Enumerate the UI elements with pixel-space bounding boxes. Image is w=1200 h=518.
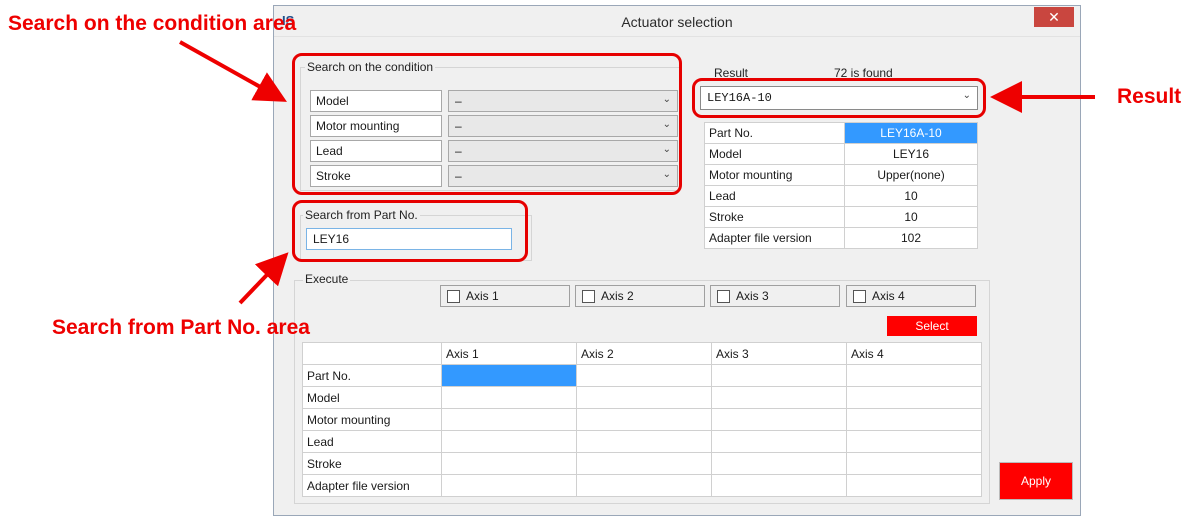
- condition-callout-arrow: [179, 40, 287, 102]
- result-callout: Result: [1117, 85, 1182, 108]
- part-area-callout: Search from Part No. area: [52, 316, 310, 339]
- part-callout-arrow: [238, 252, 289, 305]
- condition-area-callout: Search on the condition area: [8, 12, 297, 35]
- callout-arrows: [179, 40, 1095, 305]
